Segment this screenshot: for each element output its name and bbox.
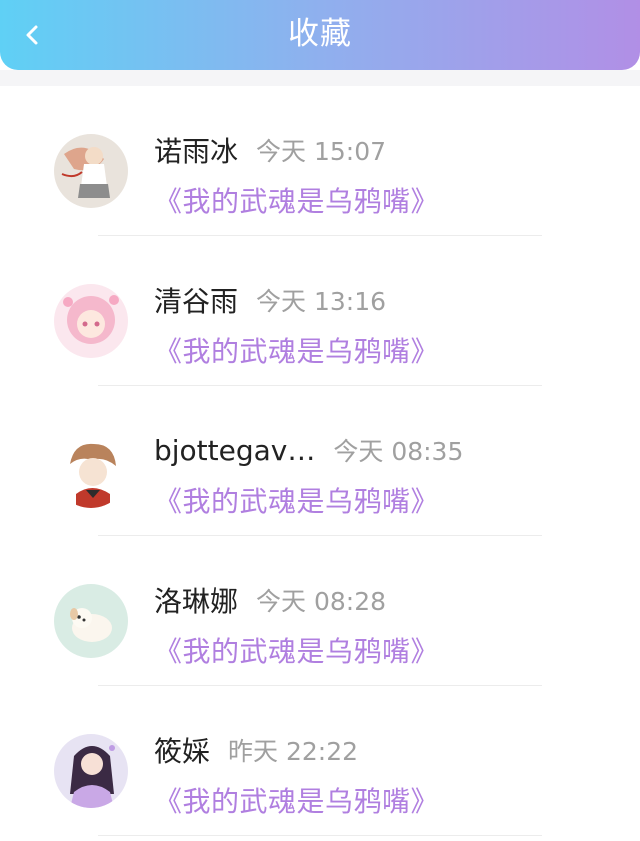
avatar[interactable]	[54, 734, 128, 808]
avatar[interactable]	[54, 134, 128, 208]
book-title-link[interactable]: 《我的武魂是乌鸦嘴》	[154, 780, 439, 820]
list-item[interactable]: 清谷雨 今天 13:16 《我的武魂是乌鸦嘴》	[0, 236, 640, 386]
header-bar: 收藏	[0, 0, 640, 70]
book-title-link[interactable]: 《我的武魂是乌鸦嘴》	[154, 180, 439, 220]
list-item[interactable]: bjottegav… 今天 08:35 《我的武魂是乌鸦嘴》	[0, 386, 640, 536]
timestamp: 昨天 22:22	[228, 737, 359, 766]
pink-anime-girl-avatar-icon	[54, 284, 128, 358]
anime-girl-ribbon-avatar-icon	[54, 134, 128, 208]
divider	[98, 835, 542, 836]
fantasy-girl-avatar-icon	[54, 734, 128, 808]
list-item[interactable]: 筱婇 昨天 22:22 《我的武魂是乌鸦嘴》	[0, 686, 640, 836]
user-name: 诺雨冰	[154, 135, 239, 168]
avatar[interactable]	[54, 284, 128, 358]
page-title: 收藏	[288, 16, 352, 52]
timestamp: 今天 15:07	[256, 137, 387, 166]
user-name: 筱婇	[154, 735, 211, 768]
book-title-link[interactable]: 《我的武魂是乌鸦嘴》	[154, 630, 439, 670]
list-item[interactable]: 诺雨冰 今天 15:07 《我的武魂是乌鸦嘴》	[0, 86, 640, 236]
timestamp: 今天 13:16	[256, 287, 387, 316]
favorites-list: 诺雨冰 今天 15:07 《我的武魂是乌鸦嘴》 清谷雨 今天 13:16 《我的…	[0, 86, 640, 836]
avatar[interactable]	[54, 584, 128, 658]
user-name: bjottegav…	[154, 433, 316, 467]
timestamp: 今天 08:28	[256, 587, 387, 616]
timestamp: 今天 08:35	[333, 437, 464, 466]
book-title-link[interactable]: 《我的武魂是乌鸦嘴》	[154, 480, 439, 520]
user-name: 清谷雨	[154, 285, 239, 318]
puppy-avatar-icon	[54, 584, 128, 658]
anime-boy-avatar-icon	[54, 434, 128, 508]
avatar[interactable]	[54, 434, 128, 508]
list-item[interactable]: 洛琳娜 今天 08:28 《我的武魂是乌鸦嘴》	[0, 536, 640, 686]
header-gap	[0, 70, 640, 86]
book-title-link[interactable]: 《我的武魂是乌鸦嘴》	[154, 330, 439, 370]
user-name: 洛琳娜	[154, 585, 239, 618]
